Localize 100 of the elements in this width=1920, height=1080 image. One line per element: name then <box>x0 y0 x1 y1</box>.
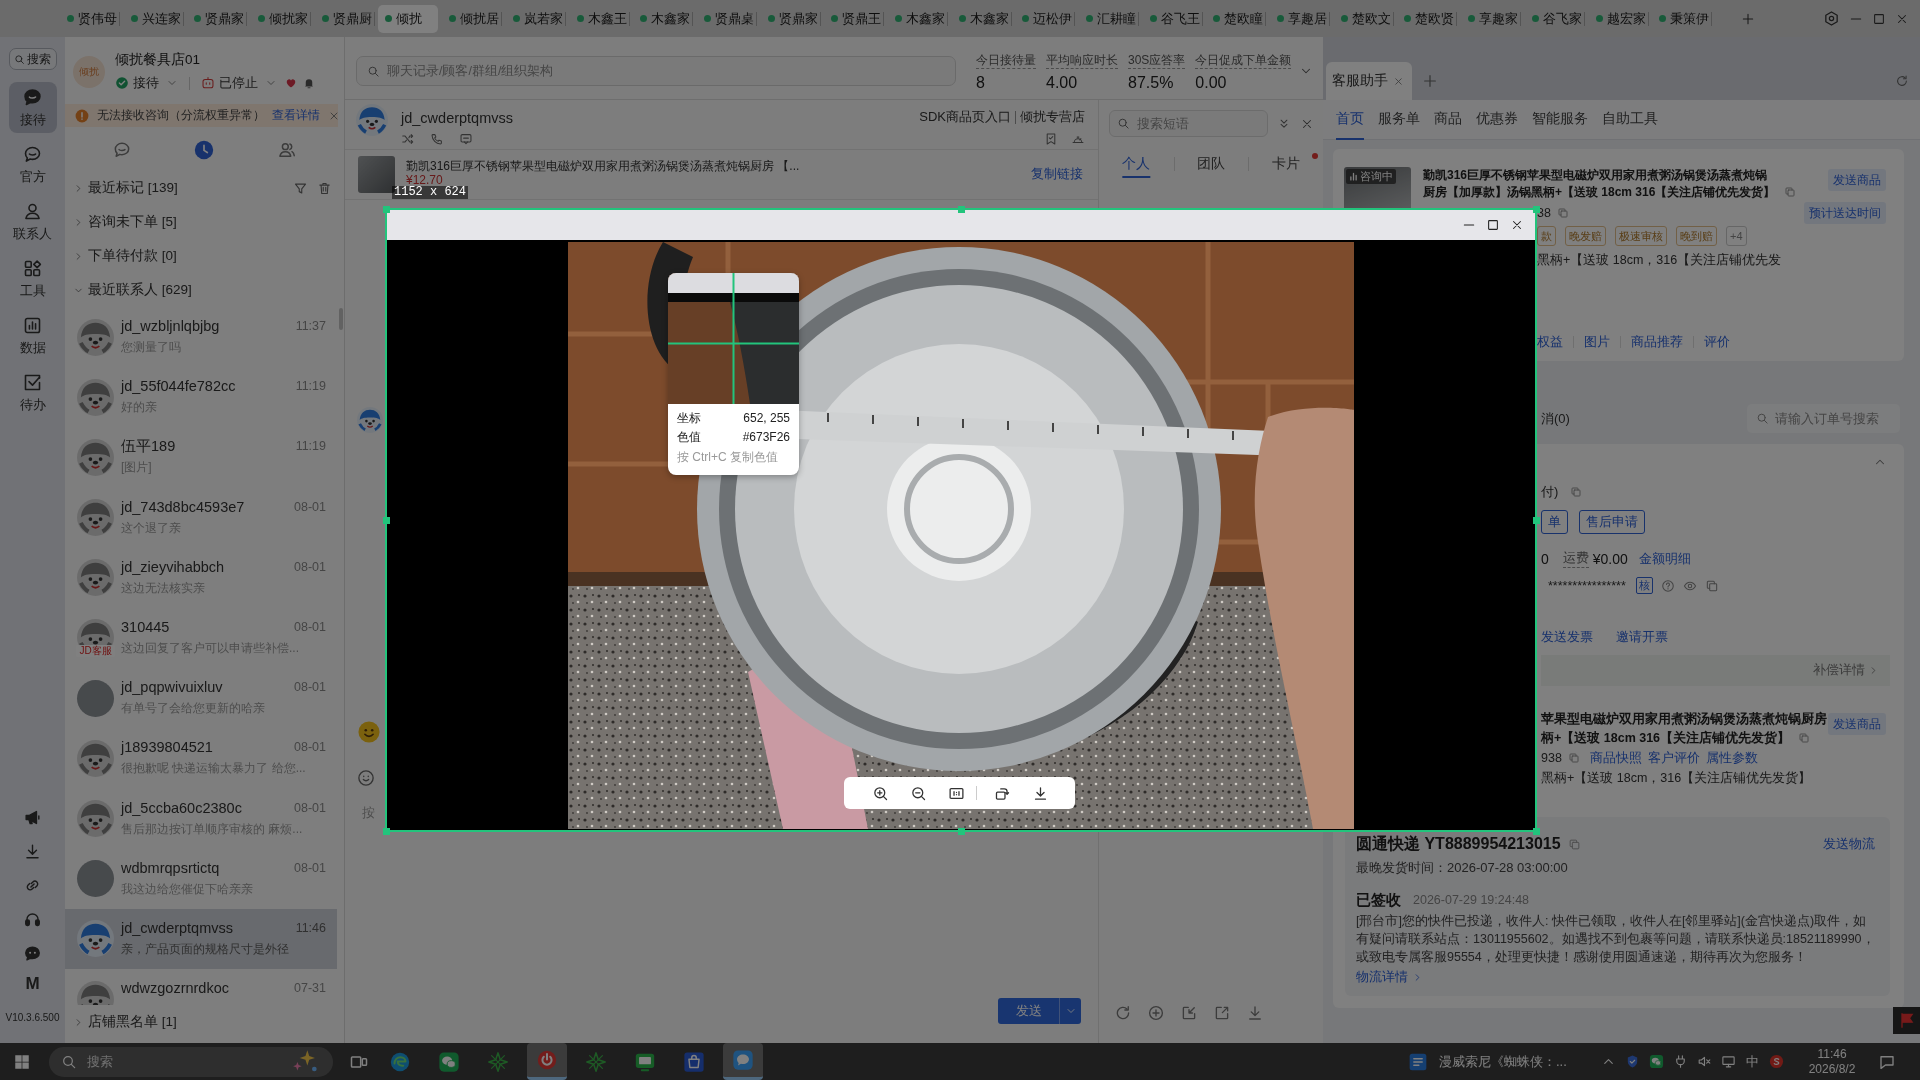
amount-details-link[interactable]: 金额明细 <box>1638 550 1691 568</box>
resize-handle[interactable] <box>1532 516 1540 524</box>
chat-app-icon[interactable] <box>1648 1054 1664 1069</box>
chatbot-icon[interactable] <box>23 944 42 963</box>
reply-tab[interactable]: 个人 <box>1099 150 1174 178</box>
resize-handle[interactable] <box>382 205 390 213</box>
bell-icon[interactable] <box>303 77 315 89</box>
product-link[interactable]: 商品快照 <box>1589 749 1642 767</box>
maximize-icon[interactable] <box>1486 218 1500 232</box>
network-icon[interactable] <box>1720 1054 1736 1069</box>
nav-tab[interactable]: 商品 <box>1434 100 1462 140</box>
bookmark-icon[interactable] <box>1044 132 1058 146</box>
contact-item[interactable]: jd_cwderptqmvss 11:46 亲，产品页面的规格尺寸是外径 <box>65 908 337 970</box>
send-product-button[interactable]: 发送商品 <box>1828 169 1886 191</box>
send-logistics-link[interactable]: 发送物流 <box>1823 835 1875 853</box>
plus-icon[interactable] <box>1740 11 1755 26</box>
nav-item[interactable]: 工具 <box>8 253 57 304</box>
panel-tab[interactable]: 客服助手 <box>1326 62 1412 100</box>
resize-handle[interactable] <box>957 827 965 835</box>
logo-letter[interactable]: M <box>25 974 40 994</box>
invoice-link[interactable]: 邀请开票 <box>1616 628 1668 646</box>
tracking-details-link[interactable]: 物流详情 <box>1356 969 1423 985</box>
copy-icon[interactable] <box>1704 578 1719 593</box>
nav-tab[interactable]: 优惠券 <box>1476 100 1518 140</box>
nav-tab[interactable]: 首页 <box>1336 100 1364 140</box>
send-button[interactable]: 发送 <box>998 998 1059 1024</box>
resize-handle[interactable] <box>382 516 390 524</box>
smiley-icon[interactable] <box>357 769 375 787</box>
plus-icon[interactable] <box>1422 73 1438 89</box>
product-link[interactable]: 客户评价 <box>1647 749 1700 767</box>
group-toggle[interactable]: 下单待付款 [0] <box>65 247 177 265</box>
transfer-icon[interactable] <box>401 132 415 146</box>
group-toggle[interactable]: 店铺黑名单 [1] <box>65 1013 177 1031</box>
export-icon[interactable] <box>1213 1004 1231 1022</box>
zoom-in-icon[interactable] <box>872 784 889 802</box>
download-icon[interactable] <box>1032 784 1049 802</box>
phone-icon[interactable] <box>430 132 444 146</box>
add-icon[interactable] <box>1147 1004 1165 1022</box>
clock-time[interactable]: 11:46 <box>1817 1046 1847 1062</box>
resize-handle[interactable] <box>957 205 965 213</box>
muted-speaker-icon[interactable] <box>1696 1054 1712 1069</box>
help-icon[interactable] <box>1660 578 1675 593</box>
notification-text[interactable]: 漫威索尼《蜘蛛侠：... <box>1439 1052 1567 1071</box>
trash-icon[interactable] <box>317 180 332 196</box>
message-icon[interactable] <box>459 132 473 146</box>
group-toggle[interactable]: 最近联系人 [629] <box>65 281 192 299</box>
product-link[interactable]: 属性参数 <box>1705 749 1758 767</box>
copy-icon[interactable] <box>1567 752 1580 764</box>
product-link[interactable]: 评价 <box>1704 333 1730 351</box>
nav-tab[interactable]: 智能服务 <box>1532 100 1588 140</box>
copy-icon[interactable] <box>1798 732 1811 744</box>
group-toggle[interactable]: 最近标记 [139] <box>65 179 178 197</box>
resize-handle[interactable] <box>1532 827 1540 835</box>
search-field[interactable]: 搜索 <box>49 1046 333 1077</box>
copy-icon[interactable] <box>1570 486 1583 498</box>
nav-tab[interactable]: 服务单 <box>1378 100 1420 140</box>
refresh-icon[interactable] <box>1114 1004 1132 1022</box>
product-link[interactable]: 图片 <box>1584 333 1610 351</box>
product-link[interactable]: 商品推荐 <box>1631 333 1683 351</box>
delivery-time-button[interactable]: 预计送达时间 <box>1804 202 1886 224</box>
nav-item[interactable]: 接待 <box>8 82 57 133</box>
mode-dropdown[interactable]: 已停止 <box>201 74 277 92</box>
taskbar-app[interactable] <box>527 1043 567 1080</box>
headset-icon[interactable] <box>23 910 42 929</box>
order-filter[interactable]: 消(0) <box>1541 409 1570 428</box>
status-dropdown[interactable]: 接待 <box>115 74 178 92</box>
flag-icon[interactable] <box>1893 1007 1920 1034</box>
copy-link[interactable]: 复制链接 <box>1031 166 1083 183</box>
nav-tab[interactable]: 自助工具 <box>1602 100 1658 140</box>
details-link[interactable]: 查看详情 <box>272 107 320 124</box>
taskbar-app[interactable] <box>723 1043 763 1080</box>
contact-item[interactable]: wdwzgozrnrdkoc 07-31 <box>65 969 337 1005</box>
store-tab[interactable]: 倾扰 <box>378 4 439 33</box>
refresh-icon[interactable] <box>1895 74 1909 88</box>
send-product-button[interactable]: 发送商品 <box>1828 713 1886 735</box>
input-method[interactable]: 中 <box>1740 1052 1764 1071</box>
nav-item[interactable]: 待办 <box>8 367 57 418</box>
news-icon[interactable] <box>1408 1051 1428 1072</box>
compensation-link[interactable]: 补偿详情 <box>1813 662 1879 679</box>
copy-icon[interactable] <box>1567 837 1581 851</box>
order-action-button[interactable]: 单 <box>1541 510 1568 534</box>
product-link[interactable]: 权益 <box>1537 333 1563 351</box>
nav-item[interactable]: 联系人 <box>8 196 57 247</box>
close-icon[interactable] <box>1510 218 1524 232</box>
windows-logo-icon[interactable] <box>13 1052 31 1071</box>
copy-icon[interactable] <box>1556 207 1569 219</box>
group-toggle[interactable]: 咨询未下单 [5] <box>65 213 177 231</box>
nav-item[interactable]: 数据 <box>8 310 57 361</box>
verify-button[interactable]: 核 <box>1635 577 1653 594</box>
nav-item[interactable]: 官方 <box>8 139 57 190</box>
import-icon[interactable] <box>1180 1004 1198 1022</box>
zoom-out-icon[interactable] <box>910 784 927 802</box>
resize-handle[interactable] <box>382 827 390 835</box>
megaphone-icon[interactable] <box>23 808 42 827</box>
filter-icon[interactable] <box>293 180 308 196</box>
search-button[interactable]: 搜索 <box>8 48 57 70</box>
ime-logo-icon[interactable] <box>1768 1054 1784 1069</box>
clock-date[interactable]: 2026/8/2 <box>1808 1061 1856 1077</box>
invoice-link[interactable]: 发送发票 <box>1541 628 1593 646</box>
order-action-button[interactable]: 售后申请 <box>1579 510 1645 534</box>
